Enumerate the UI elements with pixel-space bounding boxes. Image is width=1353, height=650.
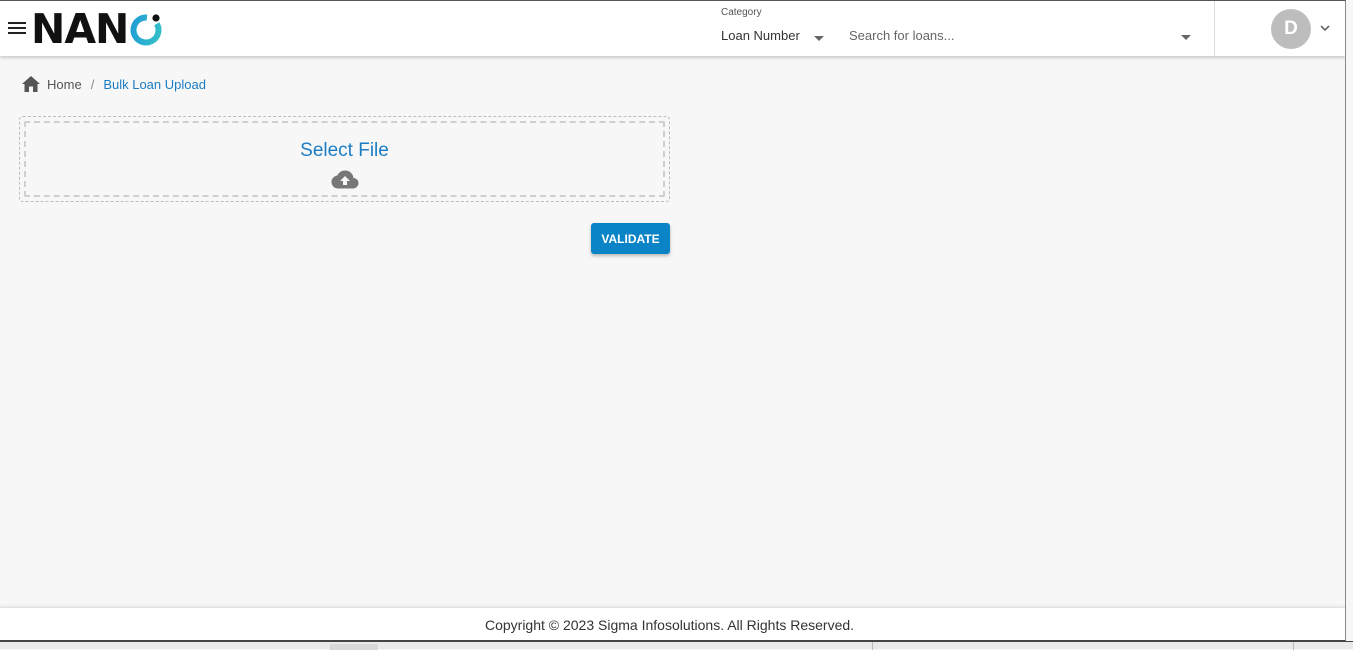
logo-text: NAN <box>31 5 129 53</box>
breadcrumb-separator: / <box>90 76 95 92</box>
copyright-text: Copyright © 2023 Sigma Infosolutions. Al… <box>484 616 855 633</box>
validate-button[interactable]: VALIDATE <box>591 223 670 254</box>
breadcrumb: Home / Bulk Loan Upload <box>21 74 206 94</box>
top-header: NAN Category Loan Number D <box>0 1 1345 56</box>
category-caret-down-icon <box>814 36 824 41</box>
breadcrumb-current-page[interactable]: Bulk Loan Upload <box>103 77 206 92</box>
user-avatar[interactable]: D <box>1271 9 1311 49</box>
breadcrumb-home-link[interactable]: Home <box>47 77 82 92</box>
hamburger-menu-icon[interactable] <box>6 19 28 37</box>
loan-search[interactable] <box>849 21 1199 49</box>
category-label: Category <box>721 7 762 18</box>
file-upload-inner[interactable]: Select File <box>24 121 665 197</box>
app-window: NAN Category Loan Number D <box>0 0 1346 641</box>
category-value: Loan Number <box>721 28 800 43</box>
category-select[interactable]: Category Loan Number <box>721 7 831 49</box>
taskbar-strip <box>0 641 1353 650</box>
logo-ring-icon <box>130 14 162 46</box>
cloud-upload-icon[interactable] <box>331 169 359 191</box>
page-footer: Copyright © 2023 Sigma Infosolutions. Al… <box>0 607 1345 640</box>
select-file-label[interactable]: Select File <box>26 140 663 162</box>
nano-logo[interactable]: NAN <box>31 7 165 51</box>
home-icon[interactable] <box>21 75 41 93</box>
file-upload-dropzone[interactable]: Select File <box>19 116 670 202</box>
header-divider <box>1214 1 1215 56</box>
chevron-down-icon[interactable] <box>1318 21 1332 35</box>
search-input[interactable] <box>849 21 1169 49</box>
search-caret-down-icon[interactable] <box>1181 35 1191 40</box>
